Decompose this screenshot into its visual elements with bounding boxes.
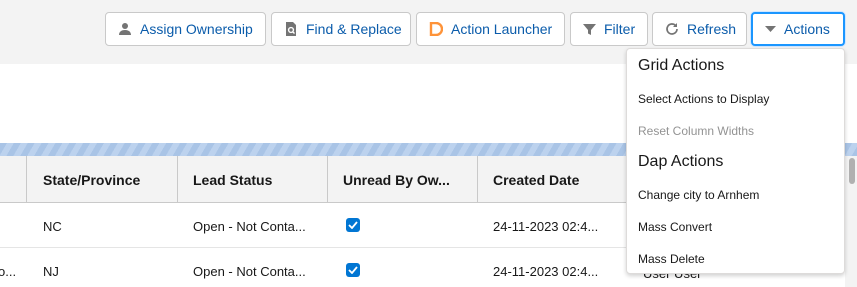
cell-state: NC bbox=[43, 219, 62, 234]
cell-lead-status: Open - Not Conta... bbox=[193, 264, 306, 279]
cell-created-date: 24-11-2023 02:4... bbox=[493, 219, 599, 234]
filter-button[interactable]: Filter bbox=[570, 12, 648, 46]
scrollbar-thumb[interactable] bbox=[849, 158, 855, 184]
filter-icon bbox=[583, 21, 596, 37]
cell-lead-status: Open - Not Conta... bbox=[193, 219, 306, 234]
menu-item-change-city[interactable]: Change city to Arnhem bbox=[638, 188, 759, 202]
menu-item-reset-column-widths: Reset Column Widths bbox=[638, 124, 755, 138]
dap-actions-heading: Dap Actions bbox=[638, 153, 724, 170]
menu-item-mass-delete[interactable]: Mass Delete bbox=[638, 252, 705, 266]
user-icon bbox=[118, 21, 132, 37]
refresh-icon bbox=[665, 21, 679, 37]
refresh-label: Refresh bbox=[687, 21, 737, 37]
actions-label: Actions bbox=[784, 21, 830, 37]
cell-state: NJ bbox=[43, 264, 59, 279]
column-divider[interactable] bbox=[327, 156, 328, 203]
column-header-created-date[interactable]: Created Date bbox=[493, 172, 579, 188]
actions-button[interactable]: Actions bbox=[751, 12, 845, 46]
find-replace-label: Find & Replace bbox=[306, 21, 402, 37]
find-replace-button[interactable]: Find & Replace bbox=[271, 12, 411, 46]
grid-actions-heading: Grid Actions bbox=[638, 57, 725, 74]
filter-label: Filter bbox=[604, 21, 636, 37]
cell-created-date: 24-11-2023 02:4... bbox=[493, 264, 599, 279]
column-divider[interactable] bbox=[26, 156, 27, 203]
action-launcher-button[interactable]: Action Launcher bbox=[416, 12, 565, 46]
action-launcher-icon bbox=[429, 21, 443, 37]
column-header-unread[interactable]: Unread By Ow... bbox=[343, 172, 450, 188]
column-divider[interactable] bbox=[177, 156, 178, 203]
column-divider[interactable] bbox=[477, 156, 478, 203]
refresh-button[interactable]: Refresh bbox=[652, 12, 747, 46]
column-header-lead-status[interactable]: Lead Status bbox=[193, 172, 272, 188]
action-launcher-label: Action Launcher bbox=[451, 21, 553, 37]
menu-item-mass-convert[interactable]: Mass Convert bbox=[638, 220, 712, 234]
assign-ownership-button[interactable]: Assign Ownership bbox=[105, 12, 266, 46]
actions-dropdown-menu: Grid Actions Select Actions to Display R… bbox=[626, 48, 845, 274]
find-replace-icon bbox=[284, 21, 298, 37]
checkbox-checked-icon[interactable] bbox=[346, 218, 360, 232]
checkbox-checked-icon[interactable] bbox=[346, 263, 360, 277]
menu-item-select-actions[interactable]: Select Actions to Display bbox=[638, 92, 769, 106]
assign-ownership-label: Assign Ownership bbox=[140, 21, 253, 37]
cell-lead-cut: o... bbox=[0, 264, 17, 279]
caret-down-icon bbox=[765, 21, 776, 37]
column-header-state[interactable]: State/Province bbox=[43, 172, 140, 188]
